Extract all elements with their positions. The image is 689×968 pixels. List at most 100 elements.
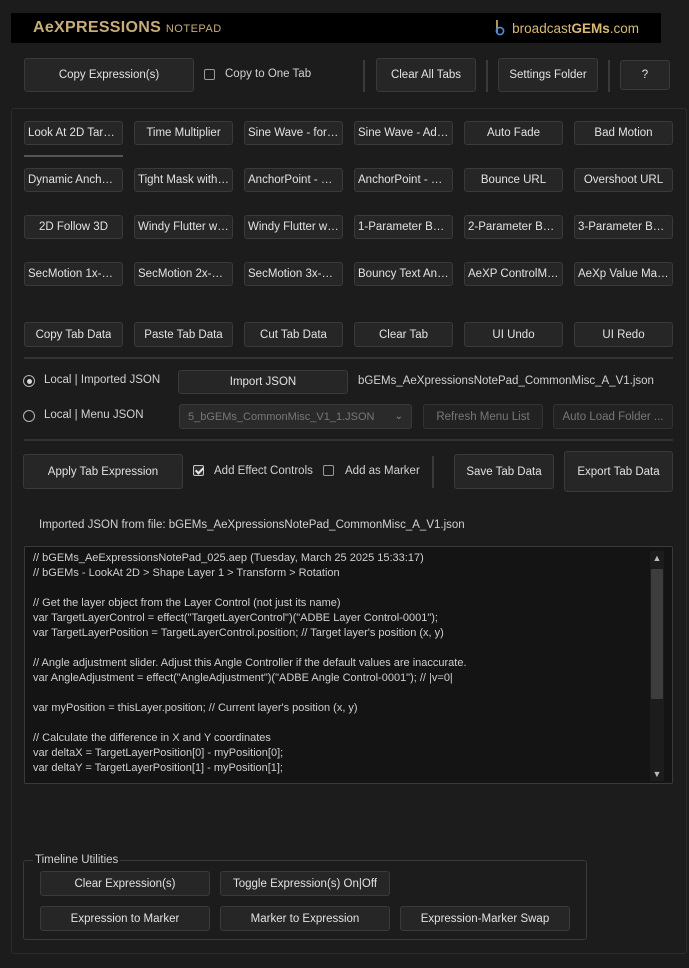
editor-scrollbar[interactable]: ▲ ▼ xyxy=(650,551,664,781)
copy-tab-data-button[interactable]: Copy Tab Data xyxy=(24,322,123,347)
preset-button-label: SecMotion 2x-Par... xyxy=(138,268,229,280)
cut-tab-data-button[interactable]: Cut Tab Data xyxy=(244,322,343,347)
ui-redo-button[interactable]: UI Redo xyxy=(574,322,673,347)
clear-tab-button[interactable]: Clear Tab xyxy=(354,322,453,347)
preset-button-label: AeXp Value Mapp... xyxy=(578,268,669,280)
help-button[interactable]: ? xyxy=(620,60,670,90)
code-line: var TargetLayerPosition = TargetLayerCon… xyxy=(33,627,444,639)
marker-to-expression-button[interactable]: Marker to Expression xyxy=(220,906,390,931)
preset-button-label: Tight Mask with P... xyxy=(138,174,229,186)
preset-button-label: 1-Parameter Bum... xyxy=(358,221,449,233)
app-header: AeXPRESSIONS NOTEPAD broadcastGEMs.com xyxy=(11,13,661,43)
brand-prefix: broadcast xyxy=(512,20,572,36)
preset-button[interactable]: Windy Flutter with... xyxy=(244,215,343,239)
preset-button[interactable]: Time Multiplier xyxy=(134,121,233,145)
toolbar-divider xyxy=(486,60,488,92)
settings-folder-button[interactable]: Settings Folder xyxy=(498,58,598,92)
preset-button[interactable]: AeXP ControlMapp... xyxy=(464,262,563,286)
ui-undo-button[interactable]: UI Undo xyxy=(464,322,563,347)
code-line: // bGEMs_AeExpressionsNotePad_025.aep (T… xyxy=(33,552,424,564)
app-title-main: AeXPRESSIONS xyxy=(33,19,162,36)
local-menu-radio[interactable] xyxy=(23,410,35,422)
preset-button-label: AnchorPoint - Righ... xyxy=(248,174,339,186)
preset-button-label: Windy Flutter with... xyxy=(248,221,339,233)
preset-button-label: Bouncy Text Anim... xyxy=(358,268,449,280)
copy-expressions-button[interactable]: Copy Expression(s) xyxy=(24,58,194,92)
toggle-expressions-button[interactable]: Toggle Expression(s) On|Off xyxy=(220,871,390,896)
scroll-up-icon[interactable]: ▲ xyxy=(650,551,664,565)
preset-button[interactable]: 1-Parameter Bum... xyxy=(354,215,453,239)
preset-button-label: Windy Flutter with... xyxy=(138,221,229,233)
preset-button[interactable]: Bounce URL xyxy=(464,168,563,192)
preset-button[interactable]: SecMotion 2x-Par... xyxy=(134,262,233,286)
brand-logo: broadcastGEMs.com xyxy=(494,19,639,37)
add-as-marker-label: Add as Marker xyxy=(345,465,420,477)
refresh-menu-list-button[interactable]: Refresh Menu List xyxy=(423,404,543,429)
preset-button[interactable]: 2D Follow 3D xyxy=(24,215,123,239)
code-line: var AngleAdjustment = effect("AngleAdjus… xyxy=(33,672,453,684)
toolbar-divider xyxy=(608,60,610,92)
save-tab-data-button[interactable]: Save Tab Data xyxy=(454,454,554,489)
expression-text[interactable]: // bGEMs_AeExpressionsNotePad_025.aep (T… xyxy=(33,551,642,776)
preset-button[interactable]: Overshoot URL xyxy=(574,168,673,192)
clear-expressions-button[interactable]: Clear Expression(s) xyxy=(40,871,210,896)
preset-button-label: Time Multiplier xyxy=(146,127,221,139)
preset-button[interactable]: 3-Parameter Bum... xyxy=(574,215,673,239)
brand-icon xyxy=(495,20,505,36)
preset-button[interactable]: Bad Motion xyxy=(574,121,673,145)
local-imported-label: Local | Imported JSON xyxy=(44,374,161,386)
expression-marker-swap-button[interactable]: Expression-Marker Swap xyxy=(400,906,570,931)
preset-button-label: Sine Wave - for 1,2... xyxy=(248,127,339,139)
expression-to-marker-button[interactable]: Expression to Marker xyxy=(40,906,210,931)
preset-button[interactable]: Auto Fade xyxy=(464,121,563,145)
preset-button[interactable]: AeXp Value Mapp... xyxy=(574,262,673,286)
preset-button[interactable]: SecMotion 3x-Par... xyxy=(244,262,343,286)
preset-button-label: SecMotion 3x-Par... xyxy=(248,268,339,280)
menu-json-select-value: 5_bGEMs_CommonMisc_V1_1.JSON xyxy=(188,410,375,423)
clear-all-tabs-button[interactable]: Clear All Tabs xyxy=(376,58,476,92)
code-line: var myPosition = thisLayer.position; // … xyxy=(33,702,358,714)
paste-tab-data-button[interactable]: Paste Tab Data xyxy=(134,322,233,347)
expression-editor[interactable]: // bGEMs_AeExpressionsNotePad_025.aep (T… xyxy=(24,546,673,784)
export-tab-data-button[interactable]: Export Tab Data xyxy=(564,451,673,492)
preset-button-label: Sine Wave - Advan... xyxy=(358,127,449,139)
preset-button-label: 3-Parameter Bum... xyxy=(578,221,669,233)
editor-status-text: Imported JSON from file: bGEMs_AeXpressi… xyxy=(39,519,465,531)
code-line: var TargetLayerControl = effect("TargetL… xyxy=(33,612,438,624)
preset-button[interactable]: SecMotion 1x-Par... xyxy=(24,262,123,286)
timeline-utilities-title: Timeline Utilities xyxy=(33,854,121,866)
copy-to-one-tab-checkbox[interactable] xyxy=(204,69,215,80)
add-as-marker-checkbox[interactable] xyxy=(323,465,334,476)
add-effect-controls-checkbox[interactable] xyxy=(193,465,204,476)
preset-button[interactable]: AnchorPoint - Cen... xyxy=(354,168,453,192)
local-imported-radio[interactable] xyxy=(23,375,35,387)
preset-button-label: 2-Parameter Bum... xyxy=(468,221,559,233)
auto-load-folder-button[interactable]: Auto Load Folder ... xyxy=(553,404,673,429)
scroll-down-icon[interactable]: ▼ xyxy=(650,767,664,781)
preset-button-label: Bad Motion xyxy=(594,127,653,139)
apply-tab-expression-button[interactable]: Apply Tab Expression xyxy=(23,454,183,489)
preset-button-label: Bounce URL xyxy=(480,174,547,186)
app-logo: AeXPRESSIONS NOTEPAD xyxy=(33,19,222,37)
preset-button[interactable]: 2-Parameter Bum... xyxy=(464,215,563,239)
preset-button-label: Auto Fade xyxy=(486,127,541,139)
menu-json-select[interactable]: 5_bGEMs_CommonMisc_V1_1.JSON ⌄ xyxy=(179,404,412,429)
brand-suffix: .com xyxy=(609,20,639,36)
apply-row-divider xyxy=(432,456,434,488)
section-divider xyxy=(24,439,673,441)
toolbar-divider xyxy=(363,60,365,92)
preset-button-label: AnchorPoint - Cen... xyxy=(358,174,449,186)
preset-button[interactable]: Sine Wave - Advan... xyxy=(354,121,453,145)
preset-button[interactable]: Windy Flutter with... xyxy=(134,215,233,239)
preset-button[interactable]: Dynamic Anchor ... xyxy=(24,168,123,192)
preset-button[interactable]: Tight Mask with P... xyxy=(134,168,233,192)
preset-button-label: Look At 2D Target... xyxy=(28,127,119,139)
preset-button[interactable]: Bouncy Text Anim... xyxy=(354,262,453,286)
preset-button[interactable]: AnchorPoint - Righ... xyxy=(244,168,343,192)
preset-button[interactable]: Look At 2D Target... xyxy=(24,121,123,145)
scroll-thumb[interactable] xyxy=(651,569,663,699)
preset-button-label: AeXP ControlMapp... xyxy=(468,268,559,280)
preset-button[interactable]: Sine Wave - for 1,2... xyxy=(244,121,343,145)
import-json-button[interactable]: Import JSON xyxy=(178,370,348,394)
